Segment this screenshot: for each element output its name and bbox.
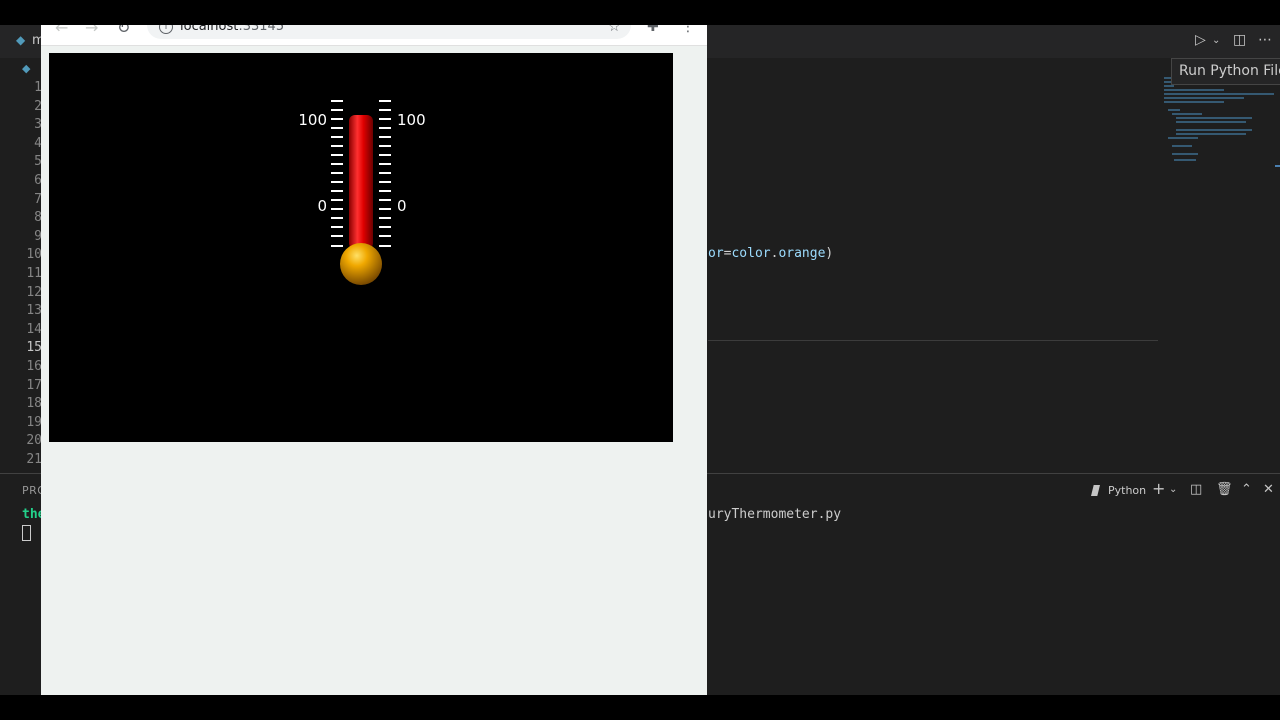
kebab-menu-icon[interactable]: ⋮ bbox=[681, 25, 695, 35]
python-shell-icon bbox=[1091, 485, 1100, 496]
line-number: 20 bbox=[26, 433, 42, 449]
minimap-line bbox=[1174, 159, 1196, 161]
terminal-cursor bbox=[22, 525, 31, 541]
left-scale-ticks bbox=[331, 100, 343, 247]
code-line-fragment[interactable]: or=color.orange) bbox=[708, 246, 833, 261]
split-terminal-icon[interactable]: ◫ bbox=[1190, 482, 1202, 497]
minimap-line bbox=[1164, 85, 1174, 87]
right-scale-ticks bbox=[379, 100, 391, 247]
minimap-line bbox=[1176, 121, 1246, 123]
minimap-line bbox=[1176, 117, 1252, 119]
line-number: 12 bbox=[26, 284, 42, 300]
minimap-line bbox=[1172, 113, 1202, 115]
line-number: 1 bbox=[34, 80, 42, 95]
url-host: localhost bbox=[180, 25, 239, 34]
line-number: 13 bbox=[26, 303, 42, 319]
forward-arrow-icon[interactable]: → bbox=[85, 25, 98, 37]
mercury-column bbox=[349, 115, 373, 249]
line-number: 18 bbox=[26, 396, 42, 412]
line-number: 16 bbox=[26, 359, 42, 374]
chevron-up-icon[interactable]: ⌃ bbox=[1241, 482, 1252, 497]
left-max-label: 100 bbox=[298, 111, 327, 129]
code-token: or bbox=[708, 246, 724, 261]
line-number: 2 bbox=[34, 98, 42, 114]
minimap-line bbox=[1164, 89, 1224, 91]
reload-icon[interactable]: ↻ bbox=[117, 25, 130, 37]
python-file-icon: ◆ bbox=[16, 33, 26, 47]
browser-toolbar: ← → ↻ i localhost:33145 ☆ ✚ ⋮ bbox=[41, 25, 707, 46]
line-number: 6 bbox=[34, 173, 42, 188]
code-token: color bbox=[731, 246, 771, 261]
line-number: 3 bbox=[34, 117, 42, 133]
letterbox-top bbox=[0, 0, 1280, 25]
url-port: :33145 bbox=[238, 25, 285, 34]
line-number: 21 bbox=[26, 452, 42, 467]
chevron-down-icon[interactable]: ⌄ bbox=[1169, 484, 1177, 495]
line-number: 17 bbox=[26, 377, 42, 393]
line-number-current: 15 bbox=[26, 340, 42, 356]
thermometer-scene: 100 100 0 0 bbox=[298, 100, 426, 285]
editor-divider bbox=[708, 340, 1158, 341]
scrollbar-marker bbox=[1275, 165, 1280, 167]
terminal-shell-name[interactable]: Python bbox=[1108, 484, 1146, 497]
line-number: 8 bbox=[34, 210, 42, 226]
vpython-canvas[interactable]: 100 100 0 0 bbox=[49, 53, 673, 442]
line-number: 5 bbox=[34, 154, 42, 170]
minimap[interactable] bbox=[1162, 75, 1274, 165]
line-number: 14 bbox=[26, 321, 42, 337]
breadcrumb-file-icon: ◆ bbox=[22, 62, 31, 75]
puzzle-icon[interactable]: ✚ bbox=[647, 25, 659, 35]
minimap-line bbox=[1168, 109, 1180, 111]
trash-icon[interactable]: 🗑 bbox=[1216, 482, 1233, 497]
star-icon[interactable]: ☆ bbox=[608, 25, 621, 35]
minimap-line bbox=[1164, 97, 1244, 99]
minimap-line bbox=[1172, 153, 1198, 155]
browser-window: ← → ↻ i localhost:33145 ☆ ✚ ⋮ 100 100 0 … bbox=[41, 25, 707, 695]
minimap-line bbox=[1176, 133, 1246, 135]
minimap-line bbox=[1168, 137, 1198, 139]
line-number: 9 bbox=[34, 228, 42, 244]
line-number: 7 bbox=[34, 191, 42, 207]
url-text[interactable]: localhost:33145 bbox=[180, 25, 284, 34]
run-python-file-tooltip: Run Python File bbox=[1171, 58, 1280, 85]
close-icon[interactable]: ✕ bbox=[1263, 482, 1274, 497]
line-number: 4 bbox=[34, 135, 42, 151]
minimap-line bbox=[1164, 93, 1274, 95]
plus-icon[interactable]: + bbox=[1152, 479, 1165, 498]
code-token: ) bbox=[825, 246, 834, 261]
back-arrow-icon[interactable]: ← bbox=[55, 25, 68, 37]
play-icon[interactable]: ▷ bbox=[1195, 32, 1206, 48]
thermometer-bulb bbox=[340, 243, 382, 285]
line-number: 11 bbox=[26, 266, 42, 281]
left-zero-label: 0 bbox=[317, 197, 327, 215]
ellipsis-icon[interactable]: ⋯ bbox=[1258, 32, 1272, 48]
chevron-down-icon[interactable]: ⌄ bbox=[1212, 35, 1220, 46]
minimap-line bbox=[1172, 145, 1192, 147]
split-editor-icon[interactable]: ◫ bbox=[1233, 32, 1246, 48]
code-token: orange bbox=[778, 246, 826, 261]
line-number: 10 bbox=[26, 247, 42, 263]
right-zero-label: 0 bbox=[397, 197, 407, 215]
minimap-line bbox=[1164, 101, 1224, 103]
line-number: 19 bbox=[26, 414, 42, 430]
terminal-output-line: uryThermometer.py bbox=[708, 507, 842, 522]
letterbox-bottom bbox=[0, 695, 1280, 720]
minimap-line bbox=[1176, 129, 1252, 131]
right-max-label: 100 bbox=[397, 111, 426, 129]
